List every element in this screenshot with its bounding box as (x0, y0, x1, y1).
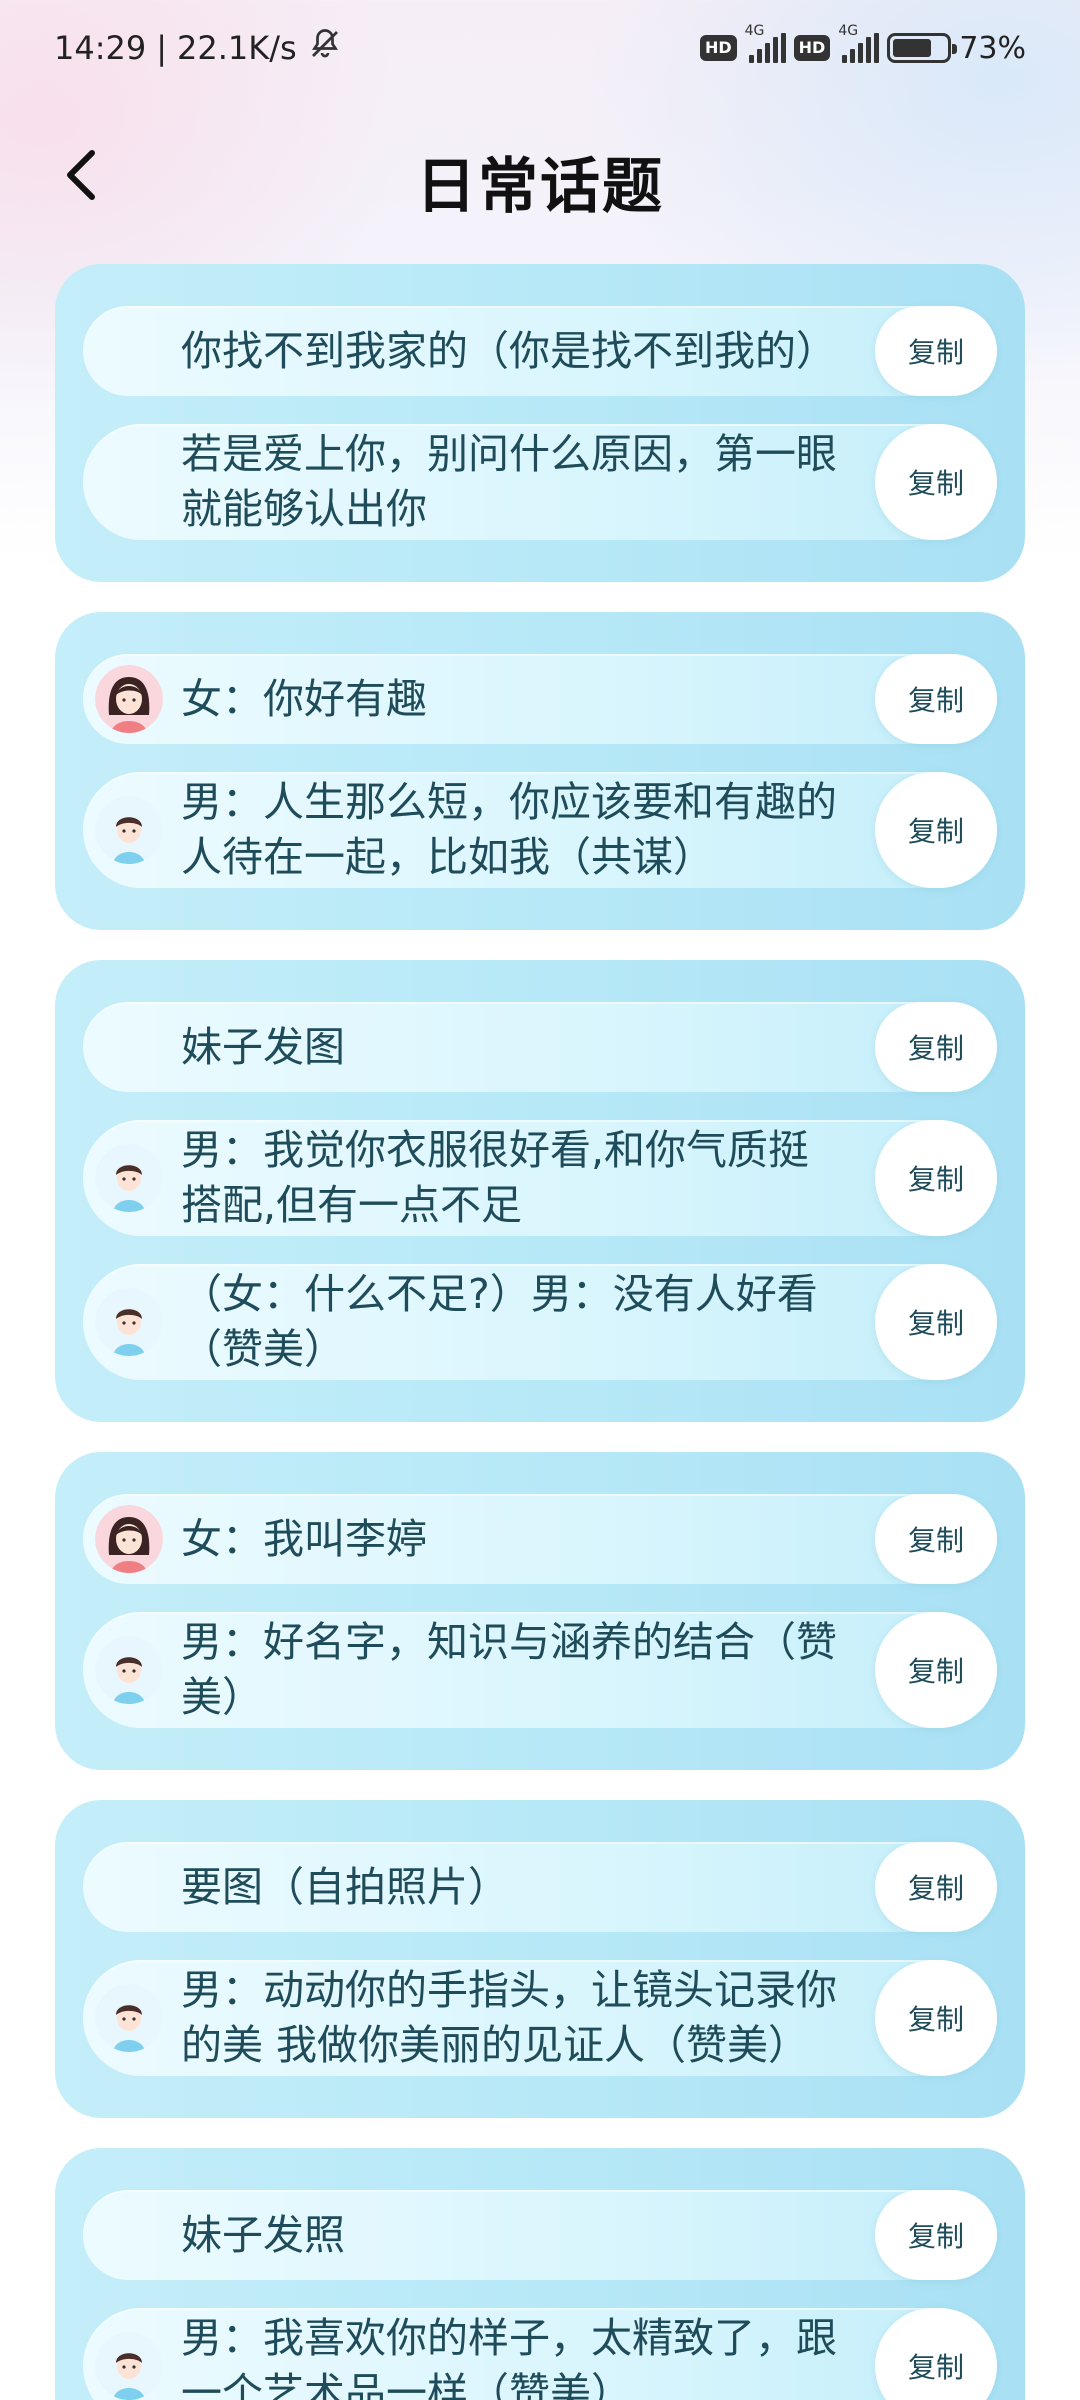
phrase-text: 妹子发照 (181, 2210, 345, 2259)
hd-badge: HD (793, 35, 831, 61)
battery-fill (893, 39, 932, 57)
copy-button[interactable]: 复制 (875, 1612, 997, 1728)
copy-button[interactable]: 复制 (875, 424, 997, 540)
phrase-text: 男：好名字，知识与涵养的结合（赞美） (181, 1618, 837, 1721)
topic-group: 女：你好有趣 复制 男：人生那么短，你应该要和有趣的人待在一起，比如我（共谋） 复制 (55, 612, 1025, 930)
bell-muted-icon (307, 26, 343, 70)
copy-button[interactable]: 复制 (875, 306, 997, 396)
phrase-text: （女：什么不足?）男：没有人好看（赞美） (181, 1270, 818, 1373)
male-avatar-icon (95, 1144, 163, 1212)
battery-icon (887, 33, 958, 63)
topic-group: 要图（自拍照片） 复制 男：动动你的手指头，让镜头记录你的美 我做你美丽的见证人（… (55, 1800, 1025, 2118)
phrase-row: （女：什么不足?）男：没有人好看（赞美） 复制 (83, 1264, 997, 1380)
copy-button[interactable]: 复制 (875, 654, 997, 744)
phrase-row: 要图（自拍照片） 复制 (83, 1842, 997, 1932)
female-avatar-icon (95, 665, 163, 733)
header: 日常话题 (0, 120, 1080, 230)
copy-button[interactable]: 复制 (875, 1002, 997, 1092)
male-avatar-icon (95, 2332, 163, 2400)
page-title: 日常话题 (416, 152, 664, 222)
copy-button[interactable]: 复制 (875, 1494, 997, 1584)
phrase-text: 男：我喜欢你的样子，太精致了，跟一个艺术品一样（赞美） (181, 2314, 837, 2400)
male-avatar-icon (95, 1984, 163, 2052)
copy-button[interactable]: 复制 (875, 1960, 997, 2076)
phrase-row: 女：你好有趣 复制 (83, 654, 997, 744)
phrase-row: 男：人生那么短，你应该要和有趣的人待在一起，比如我（共谋） 复制 (83, 772, 997, 888)
phrase-text: 你找不到我家的（你是找不到我的） (181, 326, 837, 375)
phrase-row: 妹子发照 复制 (83, 2190, 997, 2280)
phrase-text: 男：动动你的手指头，让镜头记录你的美 我做你美丽的见证人（赞美） (181, 1966, 837, 2069)
phrase-row: 男：动动你的手指头，让镜头记录你的美 我做你美丽的见证人（赞美） 复制 (83, 1960, 997, 2076)
status-bar: 14:29 | 22.1K/s HD 4G HD 4G 73% (0, 0, 1080, 96)
copy-button[interactable]: 复制 (875, 1120, 997, 1236)
battery-percent: 73% (959, 30, 1026, 66)
status-separator: | (156, 29, 167, 67)
female-avatar-icon (95, 1505, 163, 1573)
phrase-text: 妹子发图 (181, 1022, 345, 1071)
phrase-row: 你找不到我家的（你是找不到我的） 复制 (83, 306, 997, 396)
copy-button[interactable]: 复制 (875, 2308, 997, 2400)
phrase-row: 男：好名字，知识与涵养的结合（赞美） 复制 (83, 1612, 997, 1728)
phrase-row: 若是爱上你，别问什么原因，第一眼就能够认出你 复制 (83, 424, 997, 540)
phrase-text: 女：我叫李婷 (181, 1514, 427, 1563)
male-avatar-icon (95, 1288, 163, 1356)
phrase-row: 女：我叫李婷 复制 (83, 1494, 997, 1584)
copy-button[interactable]: 复制 (875, 772, 997, 888)
phrase-row: 男：我觉你衣服很好看,和你气质挺搭配,但有一点不足 复制 (83, 1120, 997, 1236)
phrase-row: 男：我喜欢你的样子，太精致了，跟一个艺术品一样（赞美） 复制 (83, 2308, 997, 2400)
male-avatar-icon (95, 796, 163, 864)
topic-list: 你找不到我家的（你是找不到我的） 复制 若是爱上你，别问什么原因，第一眼就能够认出你… (55, 264, 1025, 2400)
network-type: 4G (838, 23, 859, 39)
topic-group: 妹子发照 复制 男：我喜欢你的样子，太精致了，跟一个艺术品一样（赞美） 复制 (55, 2148, 1025, 2400)
male-avatar-icon (95, 1636, 163, 1704)
topic-group: 女：我叫李婷 复制 男：好名字，知识与涵养的结合（赞美） 复制 (55, 1452, 1025, 1770)
signal-icon: 4G (745, 23, 786, 63)
topic-group: 你找不到我家的（你是找不到我的） 复制 若是爱上你，别问什么原因，第一眼就能够认出你… (55, 264, 1025, 582)
topic-group: 妹子发图 复制 男：我觉你衣服很好看,和你气质挺搭配,但有一点不足 复制 （女：什么… (55, 960, 1025, 1422)
status-time: 14:29 (54, 29, 147, 67)
copy-button[interactable]: 复制 (875, 1842, 997, 1932)
phrase-text: 女：你好有趣 (181, 674, 427, 723)
signal-icon: 4G (838, 23, 880, 63)
hd-badge: HD (699, 35, 737, 61)
network-type: 4G (744, 23, 765, 39)
phrase-text: 若是爱上你，别问什么原因，第一眼就能够认出你 (181, 430, 837, 533)
status-speed: 22.1K/s (177, 29, 297, 67)
phrase-text: 男：我觉你衣服很好看,和你气质挺搭配,但有一点不足 (181, 1126, 810, 1229)
status-right: HD 4G HD 4G 73% (699, 23, 1026, 66)
copy-button[interactable]: 复制 (875, 2190, 997, 2280)
phrase-row: 妹子发图 复制 (83, 1002, 997, 1092)
status-left: 14:29 | 22.1K/s (54, 26, 343, 70)
copy-button[interactable]: 复制 (875, 1264, 997, 1380)
phrase-text: 要图（自拍照片） (181, 1862, 509, 1911)
phrase-text: 男：人生那么短，你应该要和有趣的人待在一起，比如我（共谋） (181, 778, 837, 881)
